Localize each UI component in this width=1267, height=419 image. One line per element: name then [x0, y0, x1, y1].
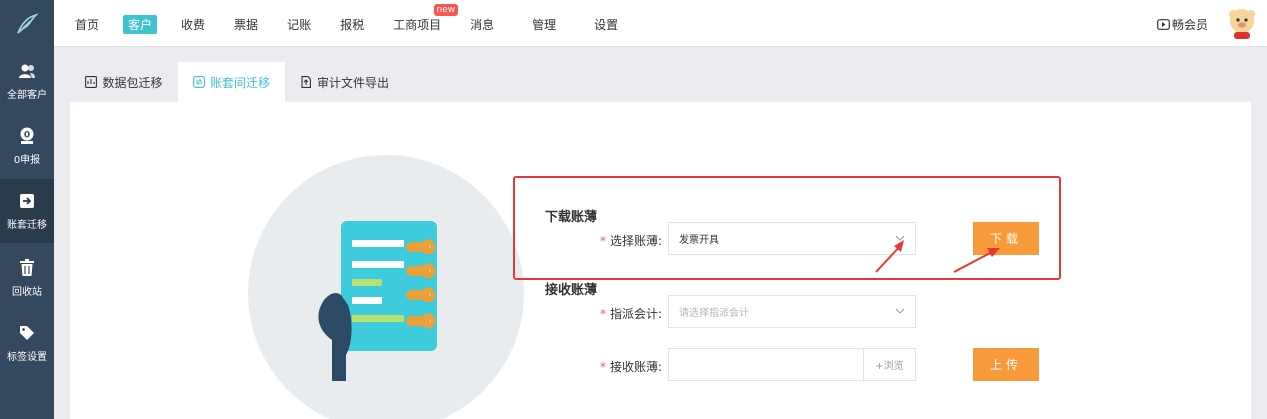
tab-label: 数据包迁移 [102, 75, 163, 90]
ledger-transfer-icon [193, 76, 205, 88]
nav-messages[interactable]: 消息 [465, 15, 499, 34]
sidebar-item-all-customers[interactable]: 全部客户 [0, 50, 54, 112]
receive-ledger-file-field[interactable]: +浏览 [668, 348, 916, 381]
sidebar-item-label: 标签设置 [7, 351, 47, 363]
tab-label: 账套间迁移 [209, 75, 270, 90]
tab-ledger-transfer[interactable]: 账套间迁移 [178, 62, 285, 102]
annotation-arrows [875, 240, 1000, 273]
new-badge: new [433, 3, 459, 16]
data-package-icon [85, 76, 98, 88]
play-icon [1157, 19, 1170, 30]
arrow-to-download-button [953, 248, 1000, 273]
browse-button[interactable]: +浏览 [863, 349, 915, 380]
export-file-icon [300, 76, 312, 88]
nav-business-projects-label: 工商项目 [393, 17, 442, 32]
sidebar-item-label: 全部客户 [7, 89, 47, 101]
nav-customers[interactable]: 客户 [123, 14, 158, 34]
sidebar-item-label: 0申报 [13, 154, 41, 166]
tab-data-package-migration[interactable]: 数据包迁移 [70, 62, 178, 102]
notebook-hand-icon [318, 221, 437, 381]
avatar[interactable] [1225, 6, 1259, 40]
sidebar-item-label: 回收站 [12, 286, 42, 298]
tab-label: 审计文件导出 [316, 75, 389, 90]
nav-fees[interactable]: 收费 [176, 15, 210, 34]
sidebar-item-label: 账套迁移 [7, 219, 47, 231]
feather-logo-icon [17, 13, 39, 34]
migrate-icon [19, 192, 35, 210]
vip-label: 畅会员 [1172, 18, 1209, 32]
receive-ledger-label-text: 接收账薄: [610, 360, 663, 374]
arrow-to-dropdown [875, 240, 904, 273]
zero-report-icon: 0 [19, 127, 35, 145]
main-nav: 首页 客户 收费 票据 记账 报税 工商项目 new 消息 管理 设置 [70, 3, 623, 34]
sidebar-item-ledger-migration[interactable]: 账套迁移 [0, 179, 54, 243]
receive-section-title: 接收账薄 [545, 283, 598, 298]
chevron-down-icon [895, 308, 905, 314]
nav-bookkeeping[interactable]: 记账 [282, 15, 316, 34]
svg-text:0: 0 [24, 130, 30, 140]
nav-business-projects[interactable]: 工商项目 new [388, 3, 459, 34]
required-mark: * [600, 307, 606, 321]
assign-accountant-placeholder: 请选择指派会计 [679, 308, 749, 319]
sidebar: 全部客户 0 0申报 账套迁移 回收站 标签设置 [0, 47, 54, 419]
users-icon [18, 62, 36, 80]
assign-accountant-label: * 指派会计: [600, 305, 662, 322]
nav-bills[interactable]: 票据 [229, 15, 263, 34]
ledger-illustration [248, 155, 524, 419]
tag-icon [19, 324, 35, 342]
assign-accountant-label-text: 指派会计: [610, 307, 663, 321]
tab-audit-file-export[interactable]: 审计文件导出 [285, 62, 404, 102]
trash-icon [20, 259, 34, 277]
vip-link[interactable]: 畅会员 [1157, 16, 1208, 33]
required-mark: * [600, 360, 606, 374]
sidebar-item-tag-settings[interactable]: 标签设置 [0, 312, 54, 374]
nav-settings[interactable]: 设置 [589, 15, 623, 34]
sidebar-item-recycle-bin[interactable]: 回收站 [0, 247, 54, 309]
app-logo[interactable] [0, 0, 54, 47]
receive-ledger-label: * 接收账薄: [600, 358, 662, 375]
sidebar-item-zero-report[interactable]: 0 0申报 [0, 115, 54, 177]
nav-home[interactable]: 首页 [70, 15, 104, 34]
assign-accountant-select[interactable]: 请选择指派会计 [668, 295, 916, 328]
top-bar: 首页 客户 收费 票据 记账 报税 工商项目 new 消息 管理 设置 畅会员 [0, 0, 1267, 47]
nav-management[interactable]: 管理 [527, 15, 561, 34]
mascot-avatar-icon [1229, 9, 1255, 39]
upload-button[interactable]: 上传 [973, 348, 1039, 381]
nav-tax[interactable]: 报税 [335, 15, 369, 34]
